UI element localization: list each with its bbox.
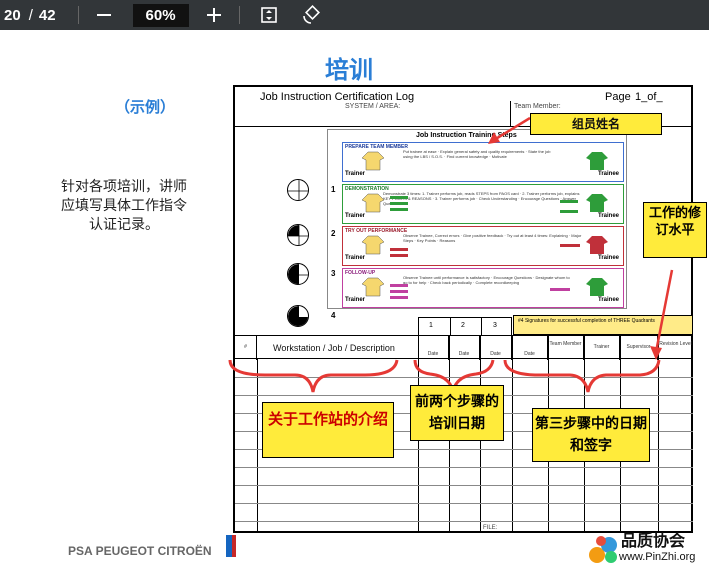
quadrant-2-icon <box>287 263 309 285</box>
step-number: 4 <box>331 311 336 320</box>
slide-title: 培训 <box>325 55 373 84</box>
pinzhi-logo: 品质协会 www.PinZhi.org <box>583 527 709 570</box>
rotate-icon[interactable] <box>300 4 322 26</box>
pinzhi-logo-icon <box>589 536 617 563</box>
zoom-level-input[interactable]: 60% <box>132 3 189 27</box>
step-figures <box>361 151 608 299</box>
col-num: 3 <box>493 322 497 329</box>
revision-arrow <box>650 269 674 360</box>
training-steps-box: Job Instruction Training Steps PREPARE T… <box>327 129 627 309</box>
logo-chinese-text: 品质协会 <box>621 531 686 550</box>
brand-logo-icon <box>226 535 236 557</box>
team-member-label: Team Member: <box>514 103 561 110</box>
zoom-in-icon[interactable] <box>203 4 225 26</box>
callout-member-name: 组员姓名 <box>530 113 662 135</box>
toolbar-divider <box>77 6 79 24</box>
pdf-page: 培训 （示例） 针对各项培训，讲师应填写具体工作指令认证记录。 Job Inst… <box>0 30 709 570</box>
col-num: 2 <box>461 322 465 329</box>
callout-revision: 工作的修订水平 <box>643 202 707 258</box>
page-of-value: 1_of_ <box>635 91 663 103</box>
zoom-out-icon[interactable] <box>93 4 115 26</box>
quadrant-3-icon <box>287 305 309 327</box>
quadrant-0-icon <box>287 179 309 201</box>
callout-workstation: 关于工作站的介绍 <box>262 402 394 458</box>
brand-text: PSA PEUGEOT CITROËN <box>68 544 212 558</box>
page-separator: / <box>28 6 33 24</box>
system-area-label: SYSTEM / AREA: <box>345 103 401 110</box>
fit-page-icon[interactable] <box>258 4 280 26</box>
callout-third-step: 第三步骤中的日期和签字 <box>532 408 650 462</box>
page-label: Page <box>605 91 631 103</box>
file-label: FILE: <box>483 525 498 531</box>
logo-url-text: www.PinZhi.org <box>619 551 696 563</box>
col-num: 1 <box>429 322 433 329</box>
example-label: （示例） <box>115 98 176 116</box>
toolbar-divider <box>238 6 240 24</box>
description-text: 针对各项培训，讲师应填写具体工作指令认证记录。 <box>61 179 187 233</box>
step-number: 3 <box>331 269 336 278</box>
quadrant-1-icon <box>287 224 309 246</box>
step-number: 1 <box>331 185 336 194</box>
step-number: 2 <box>331 229 336 238</box>
pdf-toolbar: 20 / 42 60% <box>0 0 709 30</box>
form-title: Job Instruction Certification Log <box>260 91 415 103</box>
page-number-input[interactable]: 20 <box>4 7 21 24</box>
callout-first-two-steps: 前两个步骤的培训日期 <box>410 385 504 441</box>
page-total: 42 <box>38 6 56 24</box>
